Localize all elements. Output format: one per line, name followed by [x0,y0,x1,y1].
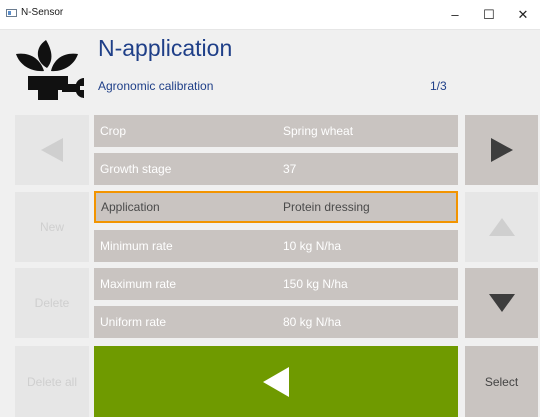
list-item-growth-stage[interactable]: Growth stage 37 [94,153,458,185]
window-title: N-Sensor [21,7,64,18]
row-label: Application [101,200,160,214]
row-label: Growth stage [100,162,172,176]
row-value: Spring wheat [283,124,354,138]
list-item-minimum-rate[interactable]: Minimum rate 10 kg N/ha [94,230,458,262]
app-icon [6,9,17,17]
page-counter: 1/3 [430,79,447,93]
list-item-maximum-rate[interactable]: Maximum rate 150 kg N/ha [94,268,458,300]
row-label: Crop [100,124,127,138]
delete-button[interactable]: Delete [15,268,89,338]
triangle-left-icon [41,138,63,162]
triangle-up-icon [488,218,515,236]
new-button[interactable]: New [15,192,89,262]
next-button[interactable] [465,115,538,185]
row-value: 80 kg N/ha [283,315,342,329]
select-button[interactable]: Select [465,346,538,417]
row-label: Minimum rate [100,239,173,253]
maximize-button[interactable]: ☐ [472,0,506,29]
row-value: 37 [283,162,297,176]
previous-button[interactable] [15,115,89,185]
list-item-application[interactable]: Application Protein dressing [94,191,458,223]
triangle-down-icon [488,294,515,312]
triangle-right-icon [490,138,513,162]
minimize-button[interactable]: – [438,0,472,29]
scroll-up-button[interactable] [465,192,538,262]
plant-wrench-icon [16,40,84,100]
back-button[interactable] [94,346,458,417]
page-subtitle: Agronomic calibration [98,79,214,93]
page-title: N-application [98,35,233,61]
row-value: 10 kg N/ha [283,239,342,253]
header: N-application Agronomic calibration 1/3 [0,30,540,106]
scroll-down-button[interactable] [465,268,538,338]
list-item-uniform-rate[interactable]: Uniform rate 80 kg N/ha [94,306,458,338]
delete-all-button[interactable]: Delete all [15,346,89,417]
row-value: 150 kg N/ha [283,277,348,291]
window-titlebar: N-Sensor – ☐ ✕ [0,0,540,30]
triangle-left-icon [263,366,289,397]
row-label: Uniform rate [100,315,167,329]
close-button[interactable]: ✕ [506,0,540,29]
row-label: Maximum rate [100,277,177,291]
row-value: Protein dressing [283,200,370,214]
list-item-crop[interactable]: Crop Spring wheat [94,115,458,147]
